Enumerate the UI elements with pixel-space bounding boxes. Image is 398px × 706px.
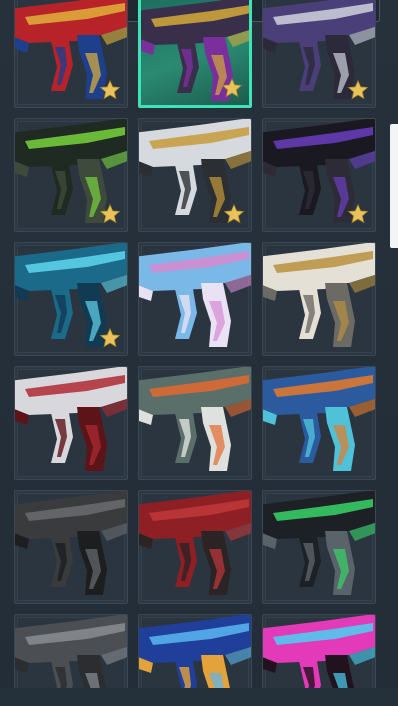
bottom-edge (0, 688, 398, 706)
skin-tile[interactable] (138, 118, 252, 232)
skin-tile[interactable] (14, 0, 128, 108)
skin-tile[interactable] (262, 366, 376, 480)
skin-tile[interactable] (14, 490, 128, 604)
weapon-skin-icon (139, 367, 251, 471)
weapon-skin-icon (263, 243, 375, 347)
skin-tile[interactable] (138, 0, 252, 108)
favorite-star-icon[interactable] (99, 327, 121, 349)
skin-tile[interactable] (262, 490, 376, 604)
skin-tile[interactable] (138, 242, 252, 356)
favorite-star-icon[interactable] (347, 203, 369, 225)
favorite-star-icon[interactable] (347, 79, 369, 101)
skin-tile[interactable] (138, 490, 252, 604)
star-shape (223, 203, 245, 224)
weapon-skin-icon (139, 491, 251, 595)
star-shape (99, 79, 121, 100)
weapon-skin-icon (15, 491, 127, 595)
star-shape (99, 203, 121, 224)
weapon-skin-icon (263, 367, 375, 471)
favorite-star-icon[interactable] (221, 77, 243, 99)
skin-tile[interactable] (138, 366, 252, 480)
weapon-skin-icon (15, 367, 127, 471)
skin-grid (14, 0, 380, 706)
skin-collection-panel (0, 0, 398, 706)
favorite-star-icon[interactable] (99, 79, 121, 101)
star-shape (221, 77, 243, 98)
star-shape (347, 203, 369, 224)
skin-tile[interactable] (14, 118, 128, 232)
skin-tile[interactable] (14, 366, 128, 480)
weapon-skin-icon (263, 491, 375, 595)
skin-tile[interactable] (262, 0, 376, 108)
star-shape (347, 79, 369, 100)
favorite-star-icon[interactable] (223, 203, 245, 225)
scrollbar-thumb[interactable] (390, 124, 398, 248)
skin-tile[interactable] (262, 118, 376, 232)
weapon-skin-icon (139, 243, 251, 347)
skin-tile[interactable] (14, 242, 128, 356)
favorite-star-icon[interactable] (99, 203, 121, 225)
star-shape (99, 327, 121, 348)
skin-tile[interactable] (262, 242, 376, 356)
